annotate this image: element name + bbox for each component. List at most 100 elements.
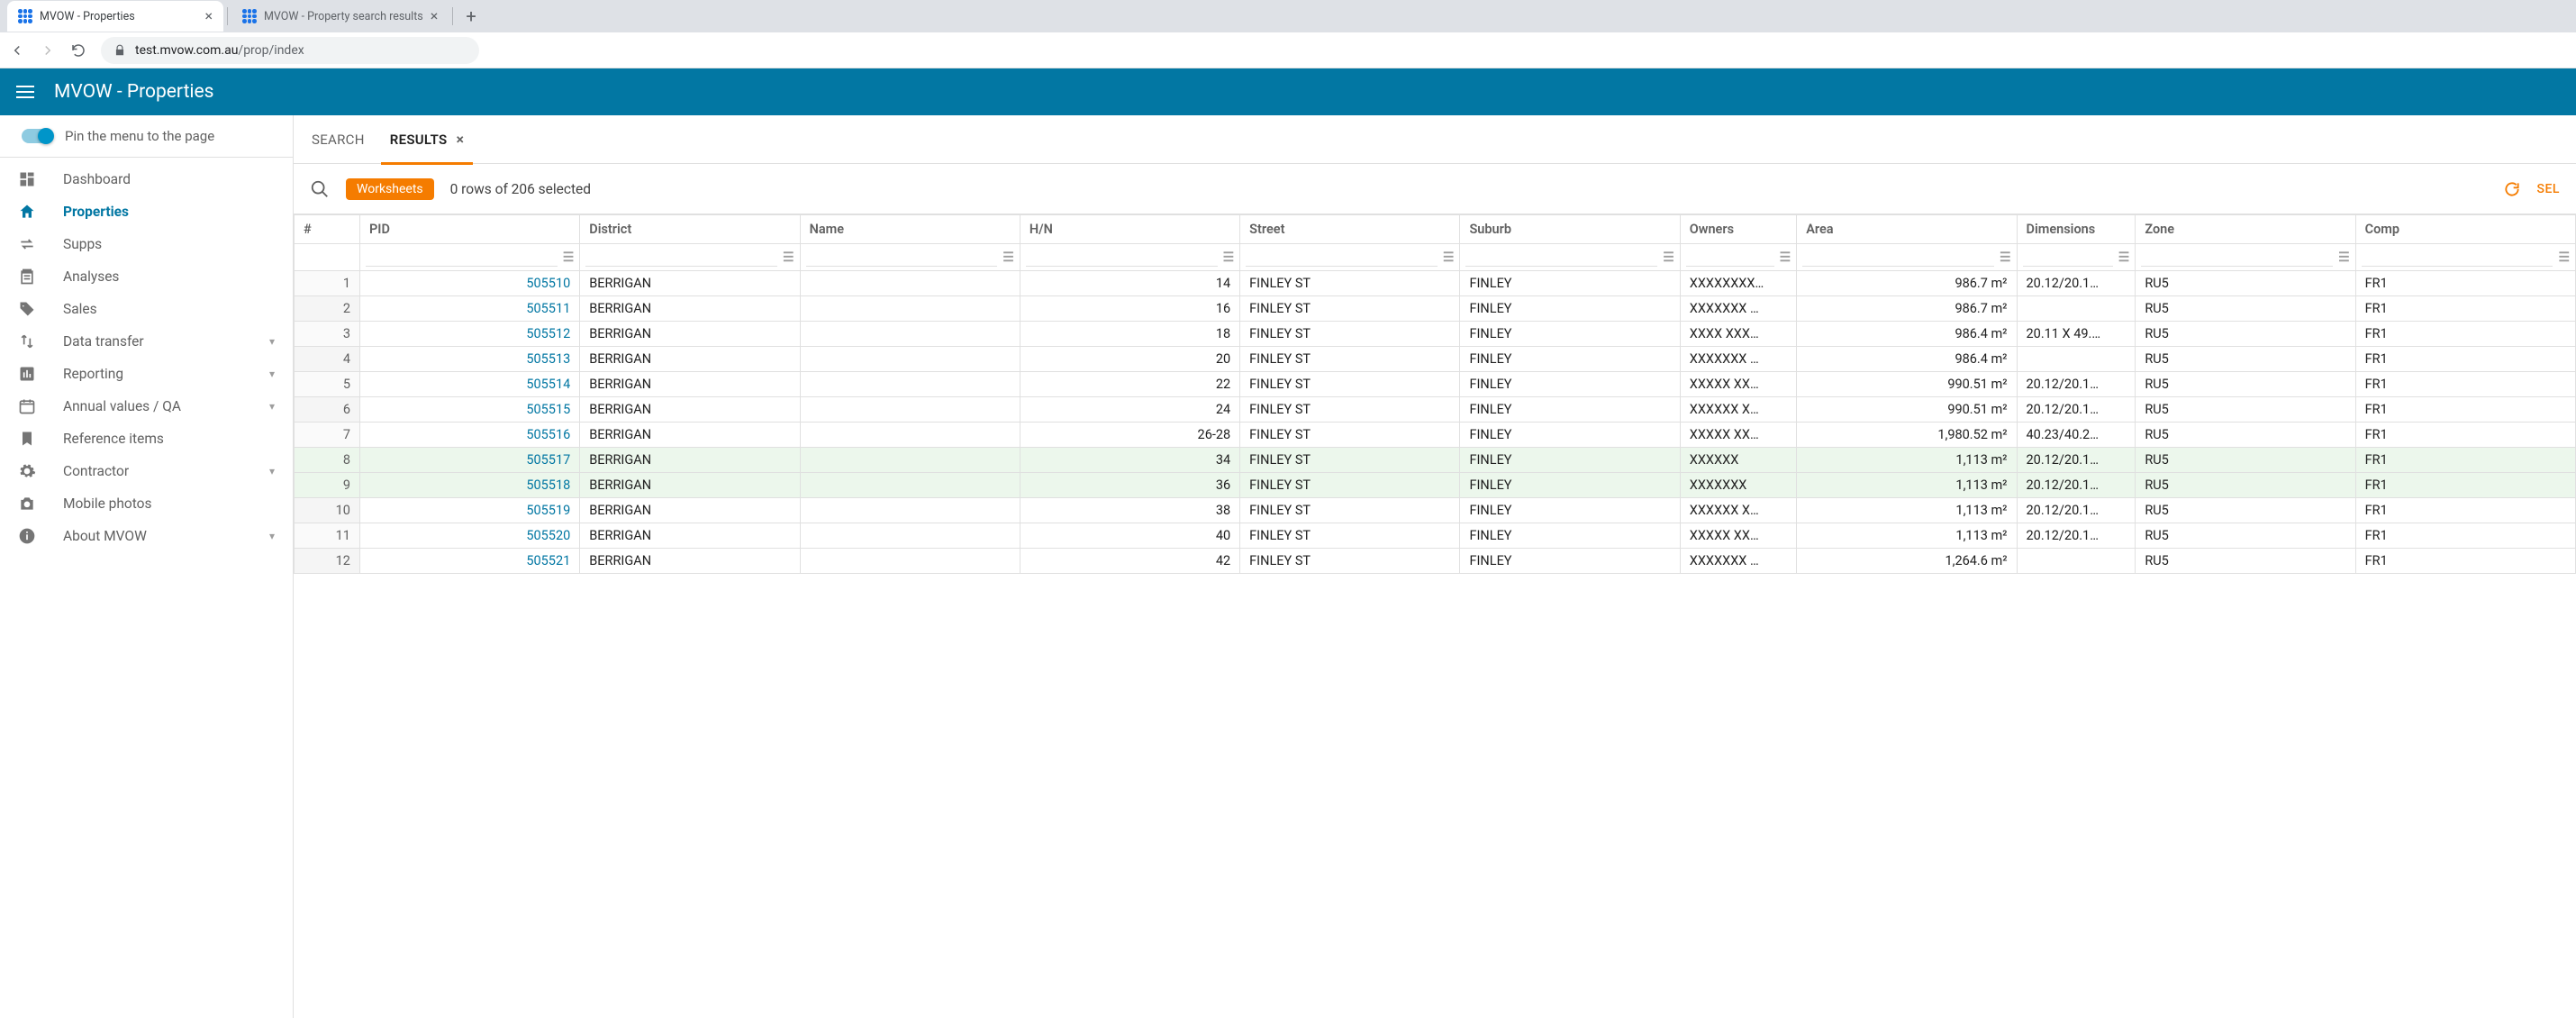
cell-pid[interactable]: 505520 <box>359 523 579 549</box>
new-tab-icon[interactable]: + <box>457 5 485 27</box>
column-filter-input[interactable] <box>1686 249 1774 267</box>
filter-icon[interactable]: ☰ <box>2338 250 2350 265</box>
column-header[interactable]: Area <box>1797 215 2017 244</box>
sidebar-item-properties[interactable]: Properties <box>0 195 293 228</box>
tab-search[interactable]: SEARCH <box>312 115 365 164</box>
close-icon[interactable]: × <box>204 9 213 23</box>
cell-pid[interactable]: 505510 <box>359 271 579 296</box>
cell-suburb: FINLEY <box>1460 473 1680 498</box>
column-filter-input[interactable] <box>366 249 558 267</box>
cell-pid[interactable]: 505514 <box>359 372 579 397</box>
cell-pid[interactable]: 505516 <box>359 423 579 448</box>
filter-icon[interactable]: ☰ <box>563 250 575 265</box>
column-header[interactable]: Suburb <box>1460 215 1680 244</box>
sidebar-item-reporting[interactable]: Reporting▾ <box>0 358 293 390</box>
column-filter-input[interactable] <box>1246 249 1438 267</box>
browser-tab[interactable]: MVOW - Properties× <box>7 1 223 32</box>
chevron-down-icon: ▾ <box>269 530 275 542</box>
filter-icon[interactable]: ☰ <box>1780 250 1791 265</box>
sidebar-item-mobile-photos[interactable]: Mobile photos <box>0 487 293 520</box>
cell-name <box>800 347 1020 372</box>
table-row[interactable]: 3505512BERRIGAN18FINLEY STFINLEYXXXX XXX… <box>295 322 2576 347</box>
close-icon[interactable]: × <box>456 131 464 148</box>
calendar-icon <box>18 397 38 415</box>
filter-icon[interactable]: ☰ <box>1223 250 1235 265</box>
filter-icon[interactable]: ☰ <box>2118 250 2130 265</box>
table-row[interactable]: 6505515BERRIGAN24FINLEY STFINLEYXXXXXX X… <box>295 397 2576 423</box>
close-icon[interactable]: × <box>431 9 439 23</box>
cell-pid[interactable]: 505515 <box>359 397 579 423</box>
table-row[interactable]: 12505521BERRIGAN42FINLEY STFINLEYXXXXXXX… <box>295 549 2576 574</box>
column-header[interactable]: Name <box>800 215 1020 244</box>
table-row[interactable]: 8505517BERRIGAN34FINLEY STFINLEYXXXXXX1,… <box>295 448 2576 473</box>
menu-toggle-icon[interactable] <box>16 82 34 102</box>
cell-suburb: FINLEY <box>1460 523 1680 549</box>
column-filter-input[interactable] <box>806 249 998 267</box>
search-icon[interactable] <box>310 179 330 199</box>
filter-icon[interactable]: ☰ <box>783 250 794 265</box>
cell-dimensions <box>2017 549 2136 574</box>
cell-comp: FR1 <box>2355 473 2575 498</box>
pin-menu-toggle[interactable] <box>22 129 52 143</box>
column-filter-input[interactable] <box>1465 249 1657 267</box>
column-filter-input[interactable] <box>2141 249 2333 267</box>
sidebar-item-contractor[interactable]: Contractor▾ <box>0 455 293 487</box>
sidebar-item-data-transfer[interactable]: Data transfer▾ <box>0 325 293 358</box>
column-filter-input[interactable] <box>2362 249 2553 267</box>
column-filter-input[interactable] <box>585 249 777 267</box>
sidebar-item-annual-values-qa[interactable]: Annual values / QA▾ <box>0 390 293 423</box>
column-header[interactable]: # <box>295 215 360 244</box>
nav-back-icon[interactable] <box>9 42 27 59</box>
filter-icon[interactable]: ☰ <box>2000 250 2011 265</box>
column-header[interactable]: Zone <box>2136 215 2355 244</box>
column-filter-input[interactable] <box>2023 249 2113 267</box>
nav-reload-icon[interactable] <box>70 42 88 59</box>
table-row[interactable]: 7505516BERRIGAN26-28FINLEY STFINLEYXXXXX… <box>295 423 2576 448</box>
tab-results[interactable]: RESULTS× <box>390 115 465 164</box>
cell-district: BERRIGAN <box>580 498 800 523</box>
cell-pid[interactable]: 505511 <box>359 296 579 322</box>
cell-owners: XXXXX XX… <box>1680 523 1796 549</box>
sidebar-item-reference-items[interactable]: Reference items <box>0 423 293 455</box>
sidebar-item-about-mvow[interactable]: About MVOW▾ <box>0 520 293 552</box>
table-row[interactable]: 11505520BERRIGAN40FINLEY STFINLEYXXXXX X… <box>295 523 2576 549</box>
cell-suburb: FINLEY <box>1460 448 1680 473</box>
cell-pid[interactable]: 505517 <box>359 448 579 473</box>
column-header[interactable]: Dimensions <box>2017 215 2136 244</box>
column-header[interactable]: H/N <box>1020 215 1239 244</box>
filter-icon[interactable]: ☰ <box>1443 250 1455 265</box>
sidebar-item-analyses[interactable]: Analyses <box>0 260 293 293</box>
cell-pid[interactable]: 505521 <box>359 549 579 574</box>
table-row[interactable]: 2505511BERRIGAN16FINLEY STFINLEYXXXXXXX … <box>295 296 2576 322</box>
sidebar-item-dashboard[interactable]: Dashboard <box>0 163 293 195</box>
table-row[interactable]: 9505518BERRIGAN36FINLEY STFINLEYXXXXXXX1… <box>295 473 2576 498</box>
cell-pid[interactable]: 505518 <box>359 473 579 498</box>
select-button[interactable]: SEL <box>2537 182 2560 196</box>
column-header[interactable]: District <box>580 215 800 244</box>
column-filter-input[interactable] <box>1802 249 1994 267</box>
column-header[interactable]: Street <box>1240 215 1460 244</box>
sidebar-item-supps[interactable]: Supps <box>0 228 293 260</box>
filter-icon[interactable]: ☰ <box>1663 250 1674 265</box>
filter-icon[interactable]: ☰ <box>2558 250 2570 265</box>
column-header[interactable]: PID <box>359 215 579 244</box>
cell-hn: 36 <box>1020 473 1239 498</box>
cell-area: 986.7 m² <box>1797 271 2017 296</box>
table-row[interactable]: 1505510BERRIGAN14FINLEY STFINLEYXXXXXXXX… <box>295 271 2576 296</box>
table-row[interactable]: 5505514BERRIGAN22FINLEY STFINLEYXXXXX XX… <box>295 372 2576 397</box>
url-box[interactable]: test.mvow.com.au/prop/index <box>101 37 479 64</box>
refresh-icon[interactable] <box>2503 180 2521 198</box>
sidebar-item-sales[interactable]: Sales <box>0 293 293 325</box>
browser-tab[interactable]: MVOW - Property search results× <box>231 1 449 32</box>
column-header[interactable]: Owners <box>1680 215 1796 244</box>
column-header[interactable]: Comp <box>2355 215 2575 244</box>
table-row[interactable]: 10505519BERRIGAN38FINLEY STFINLEYXXXXXX … <box>295 498 2576 523</box>
cell-pid[interactable]: 505512 <box>359 322 579 347</box>
column-filter-input[interactable] <box>1026 249 1218 267</box>
table-row[interactable]: 4505513BERRIGAN20FINLEY STFINLEYXXXXXXX … <box>295 347 2576 372</box>
filter-icon[interactable]: ☰ <box>1002 250 1014 265</box>
cell-district: BERRIGAN <box>580 549 800 574</box>
worksheets-button[interactable]: Worksheets <box>346 178 434 200</box>
cell-pid[interactable]: 505513 <box>359 347 579 372</box>
cell-pid[interactable]: 505519 <box>359 498 579 523</box>
